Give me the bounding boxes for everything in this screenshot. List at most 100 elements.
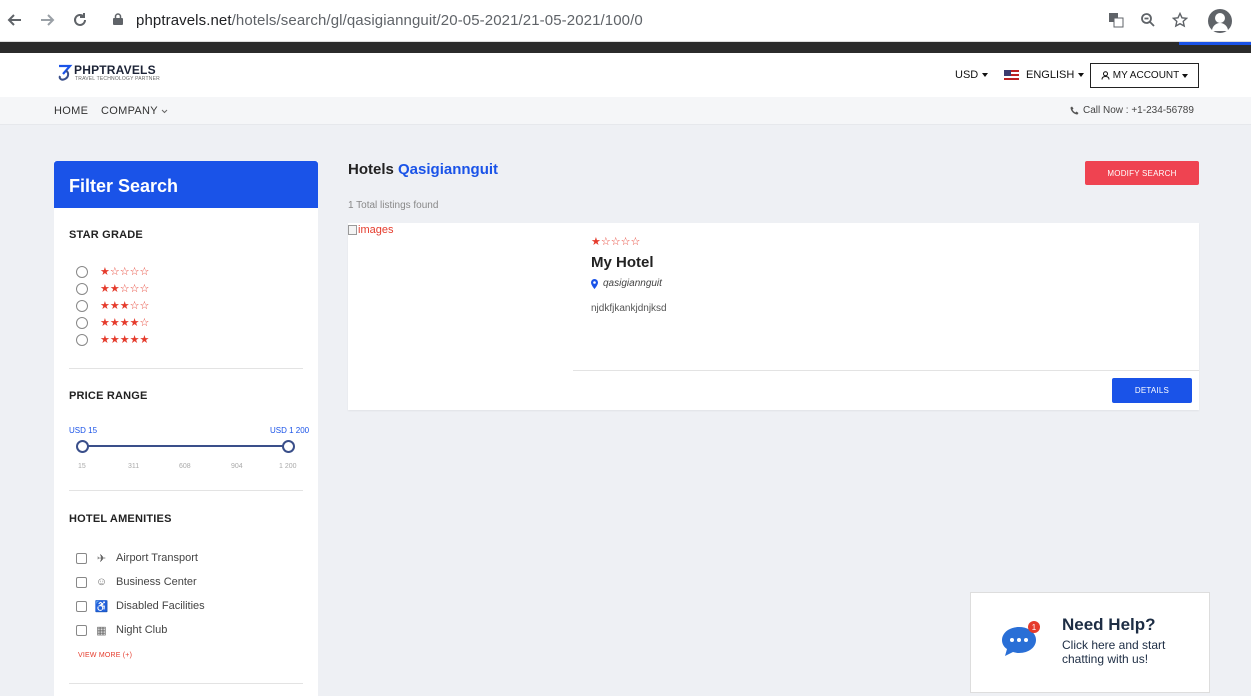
notification-badge: 1 — [1032, 623, 1037, 632]
hotel-name[interactable]: My Hotel — [591, 254, 654, 271]
lock-icon[interactable] — [113, 12, 123, 25]
amenity-airport-transport[interactable]: ✈ Airport Transport — [76, 550, 198, 566]
address-bar[interactable]: phptravels.net/hotels/search/gl/qasigian… — [136, 12, 643, 29]
checkbox[interactable] — [76, 600, 87, 612]
price-tick: 15 — [78, 463, 86, 470]
site-header: PHPTRAVELS TRAVEL TECHNOLOGY PARTNER USD… — [0, 53, 1251, 97]
divider — [69, 368, 303, 369]
chevron-down-icon — [161, 109, 168, 113]
hotel-description: njdkfjkankjdnjksd — [591, 303, 667, 314]
chevron-down-icon — [982, 73, 989, 77]
star-rating: ★★☆☆☆ — [100, 283, 150, 295]
forward-icon[interactable] — [36, 9, 58, 31]
currency-dropdown[interactable]: USD — [955, 69, 989, 81]
amenities-title: HOTEL AMENITIES — [69, 513, 172, 525]
amenity-label: Airport Transport — [116, 552, 198, 564]
price-range-title: PRICE RANGE — [69, 390, 148, 402]
logo-name: PHPTRAVELS — [74, 63, 156, 77]
zoom-icon[interactable] — [1138, 10, 1158, 30]
logo-tagline: TRAVEL TECHNOLOGY PARTNER — [75, 76, 160, 82]
star-option-5[interactable]: ★★★★★ — [76, 333, 149, 347]
help-title: Need Help? — [1062, 615, 1156, 634]
reload-icon[interactable] — [69, 9, 91, 31]
radio-button[interactable] — [76, 334, 88, 346]
main-nav: HOME COMPANY Call Now : +1-234-56789 — [0, 97, 1251, 125]
star-rating: ★☆☆☆☆ — [100, 266, 150, 278]
business-center-icon: ☺ — [95, 576, 108, 588]
nav-home-label: HOME — [54, 105, 89, 117]
star-option-2[interactable]: ★★☆☆☆ — [76, 282, 149, 296]
airplane-icon: ✈ — [96, 552, 107, 565]
amenity-disabled-facilities[interactable]: ♿ Disabled Facilities — [76, 598, 205, 614]
price-tick: 311 — [128, 463, 140, 470]
price-min-label: USD 15 — [69, 426, 98, 435]
logo[interactable]: PHPTRAVELS TRAVEL TECHNOLOGY PARTNER — [56, 63, 160, 83]
divider — [69, 683, 303, 684]
checkbox[interactable] — [76, 552, 87, 564]
night-club-icon: ▦ — [96, 624, 107, 637]
help-subtitle: Click here and start chatting with us! — [1062, 638, 1166, 666]
price-max-label: USD 1 200 — [270, 426, 310, 435]
radio-button[interactable] — [76, 283, 88, 295]
nav-company[interactable]: COMPANY — [101, 105, 168, 117]
chevron-down-icon — [1078, 73, 1085, 77]
phone-icon — [1070, 106, 1079, 115]
hotel-star-rating: ★☆☆☆☆ — [591, 236, 641, 248]
radio-button[interactable] — [76, 300, 88, 312]
price-tick: 608 — [179, 463, 191, 470]
language-dropdown[interactable]: ENGLISH — [1004, 69, 1085, 81]
top-strip — [0, 42, 1251, 53]
bookmark-star-icon[interactable] — [1170, 10, 1190, 30]
view-more-link[interactable]: VIEW MORE (+) — [78, 652, 132, 659]
top-accent — [1179, 42, 1251, 45]
phone-label: Call Now : +1-234-56789 — [1083, 105, 1194, 116]
listing-count: 1 Total listings found — [348, 200, 439, 211]
nav-home[interactable]: HOME — [54, 105, 88, 117]
url-path: /hotels/search/gl/qasigiannguit/20-05-20… — [231, 12, 643, 29]
star-option-4[interactable]: ★★★★☆ — [76, 316, 149, 330]
amenity-label: Disabled Facilities — [116, 600, 205, 612]
profile-avatar-icon[interactable] — [1208, 9, 1232, 33]
star-rating: ★★★☆☆ — [100, 300, 150, 312]
my-account-label: MY ACCOUNT — [1112, 70, 1180, 81]
modify-search-button[interactable]: MODIFY SEARCH — [1085, 161, 1199, 185]
star-option-3[interactable]: ★★★☆☆ — [76, 299, 149, 313]
wheelchair-icon: ♿ — [94, 600, 109, 613]
details-button[interactable]: DETAILS — [1112, 378, 1192, 403]
need-help-widget[interactable]: 1 Need Help? Click here and start chatti… — [970, 592, 1210, 693]
url-host: phptravels.net — [136, 12, 232, 29]
translate-icon[interactable] — [1106, 10, 1126, 30]
browser-toolbar: phptravels.net/hotels/search/gl/qasigian… — [0, 0, 1251, 42]
logo-mark-icon — [56, 63, 74, 83]
amenity-night-club[interactable]: ▦ Night Club — [76, 622, 167, 638]
currency-label: USD — [955, 69, 979, 81]
checkbox[interactable] — [76, 624, 87, 636]
radio-button[interactable] — [76, 266, 88, 278]
filter-sidebar: Filter Search STAR GRADE ★☆☆☆☆ ★★☆☆☆ ★★★… — [54, 161, 318, 696]
us-flag-icon — [1004, 70, 1019, 80]
hotel-card: images ★☆☆☆☆ My Hotel qasigiannguit njdk… — [348, 223, 1199, 410]
price-slider-track[interactable] — [83, 445, 289, 447]
hotel-image[interactable]: images — [348, 224, 393, 236]
my-account-button[interactable]: MY ACCOUNT — [1090, 63, 1199, 88]
checkbox[interactable] — [76, 576, 87, 588]
call-now[interactable]: Call Now : +1-234-56789 — [1070, 105, 1194, 116]
star-option-1[interactable]: ★☆☆☆☆ — [76, 265, 149, 279]
amenity-label: Night Club — [116, 624, 168, 636]
price-min-handle[interactable] — [76, 440, 89, 453]
filter-title: Filter Search — [54, 161, 318, 208]
map-pin-icon — [591, 278, 598, 289]
hotel-image-alt: images — [358, 224, 394, 236]
hotel-location: qasigiannguit — [591, 278, 662, 289]
star-rating: ★★★★☆ — [100, 317, 150, 329]
amenity-business-center[interactable]: ☺ Business Center — [76, 574, 197, 590]
page-title-prefix: Hotels — [348, 161, 394, 178]
chevron-down-icon — [1182, 73, 1189, 78]
price-max-handle[interactable] — [282, 440, 295, 453]
radio-button[interactable] — [76, 317, 88, 329]
language-label: ENGLISH — [1026, 69, 1075, 81]
amenity-label: Business Center — [116, 576, 197, 588]
back-icon[interactable] — [4, 9, 26, 31]
star-grade-title: STAR GRADE — [69, 229, 143, 241]
page-title-city: Qasigiannguit — [398, 161, 499, 178]
